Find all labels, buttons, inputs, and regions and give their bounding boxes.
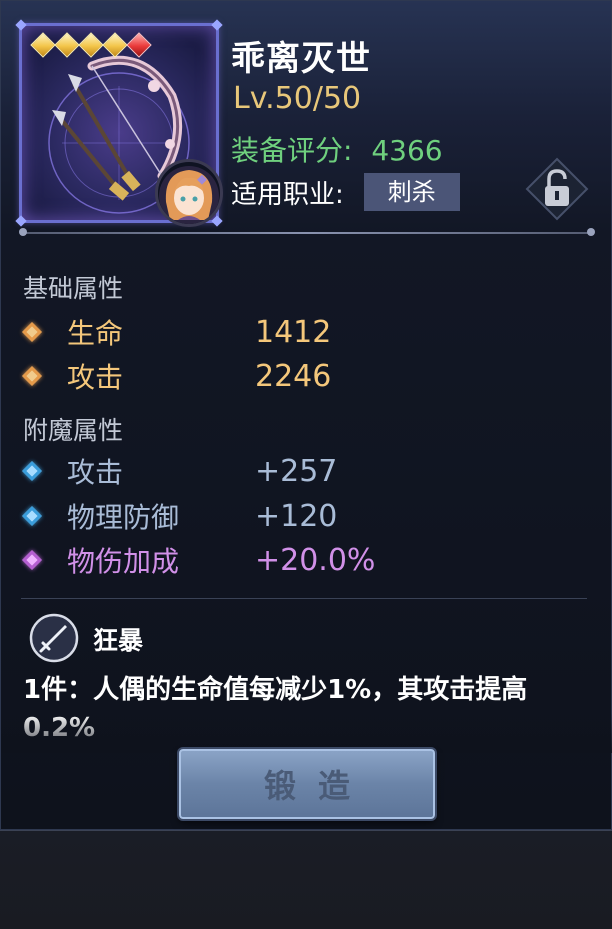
attribute-value: 2246: [255, 358, 332, 394]
attribute-name: 物理防御: [67, 501, 180, 534]
star-rating: [30, 32, 152, 58]
attribute-value: +120: [255, 498, 338, 534]
score-value: 4366: [371, 134, 443, 167]
gold-star-icon: [78, 32, 104, 58]
gold-star-icon: [54, 32, 80, 58]
scroll-fade-overlay: [1, 713, 612, 753]
attribute-name: 攻击: [67, 456, 124, 489]
equipment-score: 装备评分: 4366: [231, 129, 443, 169]
item-level: Lv.50/50: [233, 81, 362, 116]
score-label: 装备评分:: [231, 134, 353, 167]
diamond-bullet-icon: [22, 550, 42, 570]
lock-toggle-button[interactable]: [525, 157, 589, 221]
diamond-bullet-icon: [22, 461, 42, 481]
header-divider: [19, 228, 595, 236]
attribute-row: 生命 1412: [22, 312, 331, 352]
attribute-value: +20.0%: [255, 542, 376, 578]
attribute-name: 物伤加成: [67, 545, 180, 578]
red-star-icon: [126, 32, 152, 58]
class-badge: 刺杀: [363, 173, 460, 211]
set-skill-name: 狂暴: [93, 626, 144, 655]
item-detail-panel: 乖离灭世 Lv.50/50 装备评分: 4366 适用职业: 刺杀 基础属性 生…: [0, 0, 612, 830]
character-portrait-avatar[interactable]: [155, 159, 223, 227]
attribute-row: 物理防御 +120: [22, 496, 337, 536]
attribute-value: 1412: [255, 314, 332, 350]
base-attributes-title: 基础属性: [23, 274, 124, 303]
diamond-bullet-icon: [22, 322, 42, 342]
attribute-name: 攻击: [67, 361, 124, 394]
gold-star-icon: [30, 32, 56, 58]
forge-button[interactable]: 锻造: [179, 749, 435, 819]
attribute-row: 攻击 +257: [22, 451, 337, 491]
attribute-value: +257: [255, 453, 338, 489]
attribute-name: 生命: [67, 317, 124, 350]
attribute-row: 物伤加成 +20.0%: [22, 540, 375, 580]
gold-star-icon: [102, 32, 128, 58]
sword-icon: [29, 613, 79, 663]
bottom-bar: [0, 830, 612, 929]
section-divider: [21, 598, 587, 599]
attribute-row: 攻击 2246: [22, 356, 331, 396]
class-label: 适用职业:: [231, 179, 344, 210]
character-avatar-icon: [159, 166, 219, 224]
item-name: 乖离灭世: [231, 39, 371, 79]
enchant-attributes-title: 附魔属性: [23, 416, 124, 445]
applicable-class: 适用职业: 刺杀: [231, 173, 460, 211]
diamond-bullet-icon: [22, 366, 42, 386]
diamond-bullet-icon: [22, 506, 42, 526]
